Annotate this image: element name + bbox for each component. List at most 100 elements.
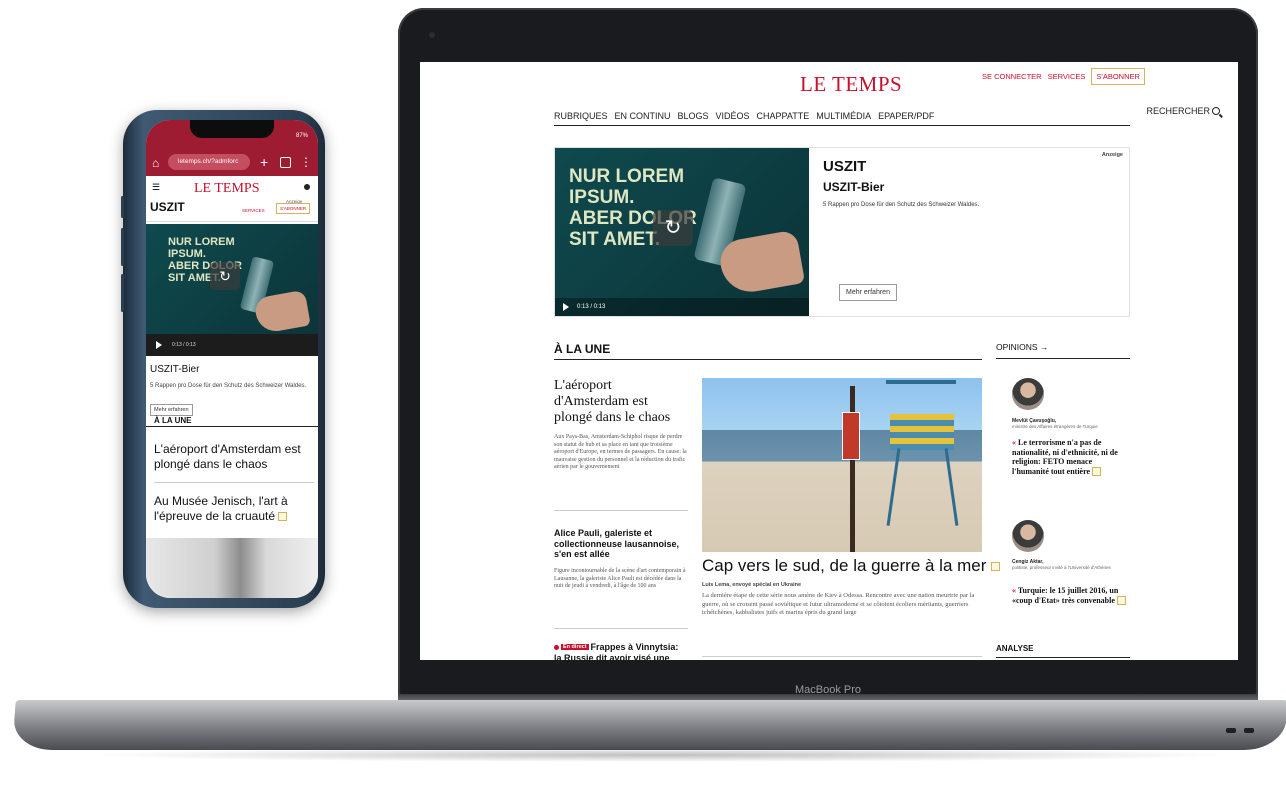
search-button[interactable]: RECHERCHER xyxy=(1146,106,1220,116)
ad-product: USZIT-Bier xyxy=(150,364,200,375)
ad-label: Anzeige xyxy=(1101,152,1123,158)
nav-item-blogs[interactable]: BLOGS xyxy=(678,111,709,121)
section-title: À LA UNE xyxy=(154,416,192,425)
services-link[interactable]: SERVICES xyxy=(242,208,265,213)
site-logo[interactable]: LE TEMPS xyxy=(194,181,259,197)
byline: Luis Lema, envoyé spécial en Ukraine xyxy=(702,582,802,588)
opinion-quote[interactable]: « Turquie: le 15 juillet 2016, un «coup … xyxy=(1012,586,1128,606)
lifeguard-tower-roof xyxy=(886,380,956,384)
phone-side-button xyxy=(121,228,124,266)
opinion-role: politiste, professeur invité à l'Univers… xyxy=(1012,565,1111,570)
beach-photo[interactable] xyxy=(702,378,982,552)
usb-ports xyxy=(1226,728,1254,733)
usb-port-icon xyxy=(1244,728,1254,733)
nav-item-multimedia[interactable]: MULTIMÉDIA xyxy=(816,111,871,121)
ad-description: 5 Rappen pro Dose für den Schutz des Sch… xyxy=(823,202,980,208)
play-icon[interactable] xyxy=(156,341,162,349)
opinion-quote[interactable]: « Le terrorisme n'a pas de nationalité, … xyxy=(1012,438,1128,477)
ad-more-button[interactable]: Mehr erfahren xyxy=(839,284,897,301)
home-icon[interactable]: ⌂ xyxy=(152,156,159,170)
video-controls: 0:13 / 0:13 xyxy=(555,298,809,316)
phone-side-button xyxy=(121,274,124,312)
opinion-quote-text: Turquie: le 15 juillet 2016, un «coup d'… xyxy=(1012,586,1119,605)
premium-icon xyxy=(278,512,288,522)
avatar[interactable] xyxy=(1012,378,1044,410)
site-logo[interactable]: LE TEMPS xyxy=(800,72,902,97)
analyse-title[interactable]: ANALYSE xyxy=(996,644,1130,658)
lifeguard-tower xyxy=(890,414,954,450)
ad-video[interactable]: NUR LOREM IPSUM. ABER DOLOR SIT AMET. ↻ … xyxy=(555,148,809,316)
ad-description: 5 Rappen pro Dose für den Schutz des Sch… xyxy=(150,383,307,389)
video-time: 0:13 / 0:13 xyxy=(172,342,196,348)
story-title[interactable]: Au Musée Jenisch, l'art à l'épreuve de l… xyxy=(154,494,314,524)
main-story-title-text: Cap vers le sud, de la guerre à la mer xyxy=(702,556,987,575)
opinions-title[interactable]: OPINIONS → xyxy=(996,342,1130,359)
divider xyxy=(154,482,314,483)
live-story[interactable]: En direct Frappes à Vinnytsia: la Russie … xyxy=(554,642,688,660)
divider xyxy=(146,426,318,427)
search-label: RECHERCHER xyxy=(1146,106,1210,116)
ad-product: USZIT-Bier xyxy=(823,180,885,194)
tabs-icon[interactable] xyxy=(280,157,291,168)
divider xyxy=(554,628,688,629)
video-time: 0:13 / 0:13 xyxy=(577,304,606,310)
user-icon[interactable] xyxy=(304,184,310,190)
ad-brand: USZIT xyxy=(823,158,867,175)
premium-icon xyxy=(991,562,1001,572)
usb-port-icon xyxy=(1226,728,1236,733)
main-story-summary: La dernière étape de cette série nous am… xyxy=(702,592,975,616)
lifeguard-tower-leg xyxy=(886,448,901,526)
story-title[interactable]: Alice Pauli, galeriste et collectionneus… xyxy=(554,528,688,560)
laptop-base xyxy=(12,700,1286,750)
phone-notch xyxy=(190,120,274,138)
nav-item-epaper[interactable]: EPAPER/PDF xyxy=(878,111,934,121)
story-title[interactable]: L'aéroport d'Amsterdam est plongé dans l… xyxy=(154,442,314,472)
replay-icon[interactable]: ↻ xyxy=(210,262,240,290)
ad-banner: NUR LOREM IPSUM. ABER DOLOR SIT AMET. ↻ … xyxy=(554,147,1130,317)
top-links: SE CONNECTER SERVICES S'ABONNER xyxy=(982,68,1145,85)
story-image[interactable] xyxy=(146,538,318,598)
premium-icon xyxy=(1116,596,1126,606)
main-story-title[interactable]: Cap vers le sud, de la guerre à la mer xyxy=(702,556,1001,576)
shadow xyxy=(80,748,1240,762)
sign-pole xyxy=(850,386,855,552)
ad-video[interactable]: NUR LOREM IPSUM. ABER DOLOR SIT AMET. ↻ … xyxy=(146,224,318,356)
phone-screen: 87% ⌂ letemps.ch/?admforc + ⋮ ☰ LE TEMPS… xyxy=(146,120,318,598)
phone-side-button xyxy=(121,196,124,218)
opinion-role: ministre des Affaires étrangères de Turq… xyxy=(1012,424,1098,429)
warning-sign xyxy=(842,412,860,460)
divider xyxy=(702,656,982,657)
search-icon xyxy=(1212,107,1220,115)
site-header: ☰ LE TEMPS USZIT Anzeige SERVICES S'ABON… xyxy=(146,176,318,222)
login-link[interactable]: SE CONNECTER xyxy=(982,72,1042,81)
ad-brand: USZIT xyxy=(150,200,185,214)
nav-item-en-continu[interactable]: EN CONTINU xyxy=(615,111,671,121)
avatar[interactable] xyxy=(1012,520,1044,552)
subscribe-button[interactable]: S'ABONNER xyxy=(1091,68,1145,85)
main-nav: RUBRIQUES EN CONTINU BLOGS VIDÉOS CHAPPA… xyxy=(554,106,1130,126)
opinion-quote-text: Le terrorisme n'a pas de nationalité, ni… xyxy=(1012,438,1118,476)
camera-icon xyxy=(429,32,435,38)
menu-icon[interactable]: ⋮ xyxy=(300,155,312,169)
live-dot-icon xyxy=(554,645,559,650)
play-icon[interactable] xyxy=(563,303,569,311)
divider xyxy=(554,510,688,511)
new-tab-icon[interactable]: + xyxy=(260,154,268,170)
live-badge: En direct xyxy=(561,644,589,651)
story-summary: Aux Pays-Bas, Amsterdam-Schiphol risque … xyxy=(554,434,687,470)
laptop-screen: LE TEMPS SE CONNECTER SERVICES S'ABONNER… xyxy=(420,62,1238,660)
ad-more-button[interactable]: Mehr erfahren xyxy=(150,404,193,416)
story-title[interactable]: L'aéroport d'Amsterdam est plongé dans l… xyxy=(554,378,684,426)
section-title: À LA UNE xyxy=(554,342,982,360)
nav-item-videos[interactable]: VIDÉOS xyxy=(716,111,750,121)
subscribe-button[interactable]: S'ABONNER xyxy=(276,203,311,214)
url-bar[interactable]: letemps.ch/?admforc xyxy=(168,154,250,170)
story-title-text: Au Musée Jenisch, l'art à l'épreuve de l… xyxy=(154,494,288,523)
video-controls: 0:13 / 0:13 xyxy=(146,334,318,356)
services-link[interactable]: SERVICES xyxy=(1048,72,1086,81)
nav-item-chappatte[interactable]: CHAPPATTE xyxy=(757,111,810,121)
hamburger-icon[interactable]: ☰ xyxy=(152,182,160,193)
lifeguard-tower-leg xyxy=(944,448,959,526)
replay-icon[interactable]: ↻ xyxy=(653,210,693,246)
nav-item-rubriques[interactable]: RUBRIQUES xyxy=(554,111,608,121)
